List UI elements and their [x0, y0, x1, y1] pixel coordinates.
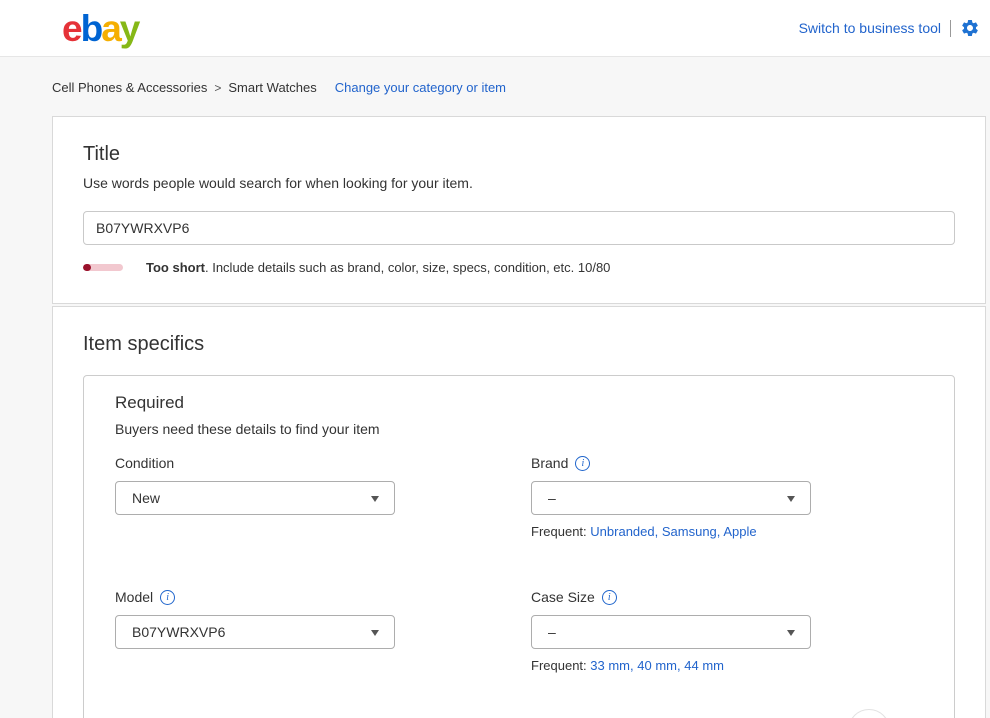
logo-letter-y: y	[120, 8, 139, 49]
brand-frequent-row: Frequent: Unbranded, Samsung, Apple	[531, 524, 811, 539]
frequent-option[interactable]: 40 mm	[637, 658, 677, 673]
specifics-fields-grid: Condition New Brand – Frequent:	[115, 454, 923, 718]
title-validation: Too short. Include details such as brand…	[83, 260, 955, 275]
chevron-down-icon	[371, 496, 379, 502]
validation-status: Too short	[146, 260, 205, 275]
model-dropdown[interactable]: B07YWRXVP6	[115, 615, 395, 649]
condition-dropdown[interactable]: New	[115, 481, 395, 515]
ebay-logo[interactable]: ebay	[62, 10, 138, 47]
frequent-option[interactable]: 44 mm	[684, 658, 724, 673]
required-heading: Required	[115, 393, 923, 413]
item-specifics-heading: Item specifics	[83, 333, 955, 356]
frequent-option[interactable]: Unbranded	[590, 524, 654, 539]
brand-value: –	[548, 490, 556, 506]
case-size-frequent-row: Frequent: 33 mm, 40 mm, 44 mm	[531, 658, 811, 673]
breadcrumb-subcategory[interactable]: Smart Watches	[228, 80, 316, 95]
logo-letter-e: e	[62, 8, 81, 49]
validation-message: . Include details such as brand, color, …	[205, 260, 574, 275]
breadcrumb: Cell Phones & Accessories > Smart Watche…	[52, 80, 990, 95]
frequent-option[interactable]: 33 mm	[590, 658, 630, 673]
title-section-subtitle: Use words people would search for when l…	[83, 175, 955, 191]
change-category-link[interactable]: Change your category or item	[335, 80, 506, 95]
brand-label: Brand	[531, 455, 568, 471]
chevron-down-icon	[787, 496, 795, 502]
chevron-down-icon	[787, 630, 795, 636]
breadcrumb-separator: >	[214, 81, 221, 95]
breadcrumb-category[interactable]: Cell Phones & Accessories	[52, 80, 207, 95]
frequent-option[interactable]: Apple	[723, 524, 756, 539]
title-length-meter	[83, 264, 123, 271]
model-value: B07YWRXVP6	[132, 624, 225, 640]
case-size-value: –	[548, 624, 556, 640]
condition-value: New	[132, 490, 160, 506]
item-specifics-card: Item specifics Required Buyers need thes…	[52, 306, 986, 718]
field-brand: Brand – Frequent: Unbranded, Samsung, Ap…	[531, 454, 811, 539]
model-label: Model	[115, 589, 153, 605]
title-input[interactable]	[83, 211, 955, 245]
info-icon[interactable]	[602, 590, 617, 605]
title-card: Title Use words people would search for …	[52, 116, 986, 304]
title-section-heading: Title	[83, 143, 955, 166]
required-subtitle: Buyers need these details to find your i…	[115, 421, 923, 437]
field-case-size: Case Size – Frequent: 33 mm, 40 mm, 44 m…	[531, 588, 811, 673]
frequent-option[interactable]: Samsung	[662, 524, 717, 539]
title-length-meter-fill	[83, 264, 91, 271]
title-validation-text: Too short. Include details such as brand…	[146, 260, 610, 275]
frequent-prefix: Frequent:	[531, 524, 587, 539]
required-specifics-box: Required Buyers need these details to fi…	[83, 375, 955, 718]
field-condition: Condition New	[115, 454, 395, 539]
logo-letter-a: a	[101, 8, 120, 49]
logo-letter-b: b	[81, 8, 102, 49]
brand-dropdown[interactable]: –	[531, 481, 811, 515]
character-counter: 10/80	[578, 260, 611, 275]
info-icon[interactable]	[160, 590, 175, 605]
frequent-prefix: Frequent:	[531, 658, 587, 673]
case-size-dropdown[interactable]: –	[531, 615, 811, 649]
case-size-label: Case Size	[531, 589, 595, 605]
top-header: ebay Switch to business tool	[0, 0, 990, 57]
condition-label: Condition	[115, 455, 174, 471]
header-divider	[950, 20, 951, 37]
info-icon[interactable]	[575, 456, 590, 471]
chevron-down-icon	[371, 630, 379, 636]
gear-icon[interactable]	[960, 18, 980, 38]
switch-to-business-tool-link[interactable]: Switch to business tool	[799, 20, 941, 36]
field-model: Model B07YWRXVP6	[115, 588, 395, 673]
